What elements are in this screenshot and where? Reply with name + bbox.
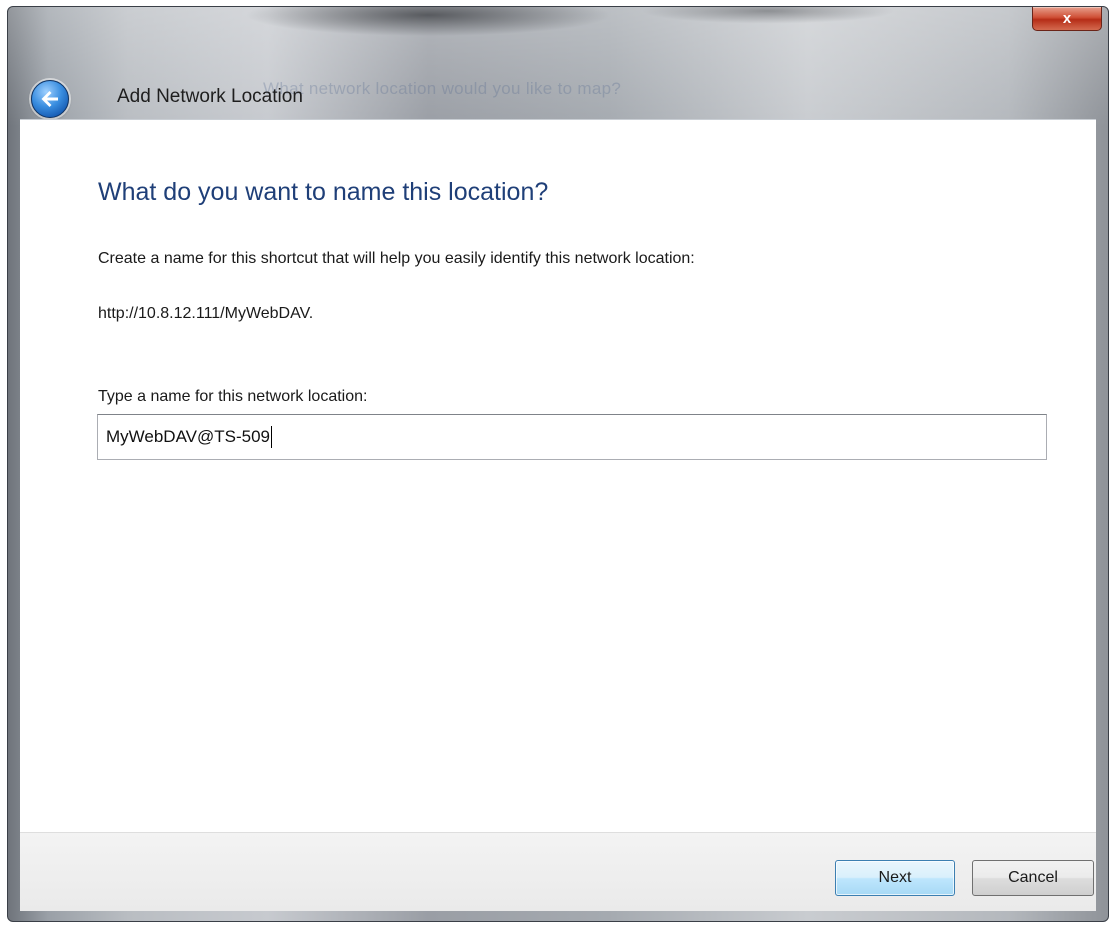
name-field-label: Type a name for this network location: xyxy=(98,388,368,405)
location-name-value: MyWebDAV@TS-509 xyxy=(106,427,271,446)
wizard-content: What do you want to name this location? … xyxy=(20,119,1096,833)
text-caret xyxy=(271,426,273,448)
back-arrow-icon xyxy=(41,91,58,107)
page-heading: What do you want to name this location? xyxy=(98,178,549,206)
dialog-window: What network location would you like to … xyxy=(7,6,1109,922)
location-name-input[interactable]: MyWebDAV@TS-509 xyxy=(97,414,1047,460)
next-button[interactable]: Next xyxy=(835,860,955,896)
background-window-title: What network location would you like to … xyxy=(263,79,622,98)
close-icon: x xyxy=(1062,10,1072,27)
wizard-footer: Next Cancel xyxy=(20,832,1096,911)
instruction-text: Create a name for this shortcut that wil… xyxy=(98,250,695,267)
network-url: http://10.8.12.111/MyWebDAV. xyxy=(98,305,314,322)
window-title: Add Network Location xyxy=(117,86,303,107)
close-button[interactable]: x xyxy=(1032,7,1102,31)
back-button[interactable] xyxy=(31,80,69,118)
cancel-button[interactable]: Cancel xyxy=(972,860,1094,896)
